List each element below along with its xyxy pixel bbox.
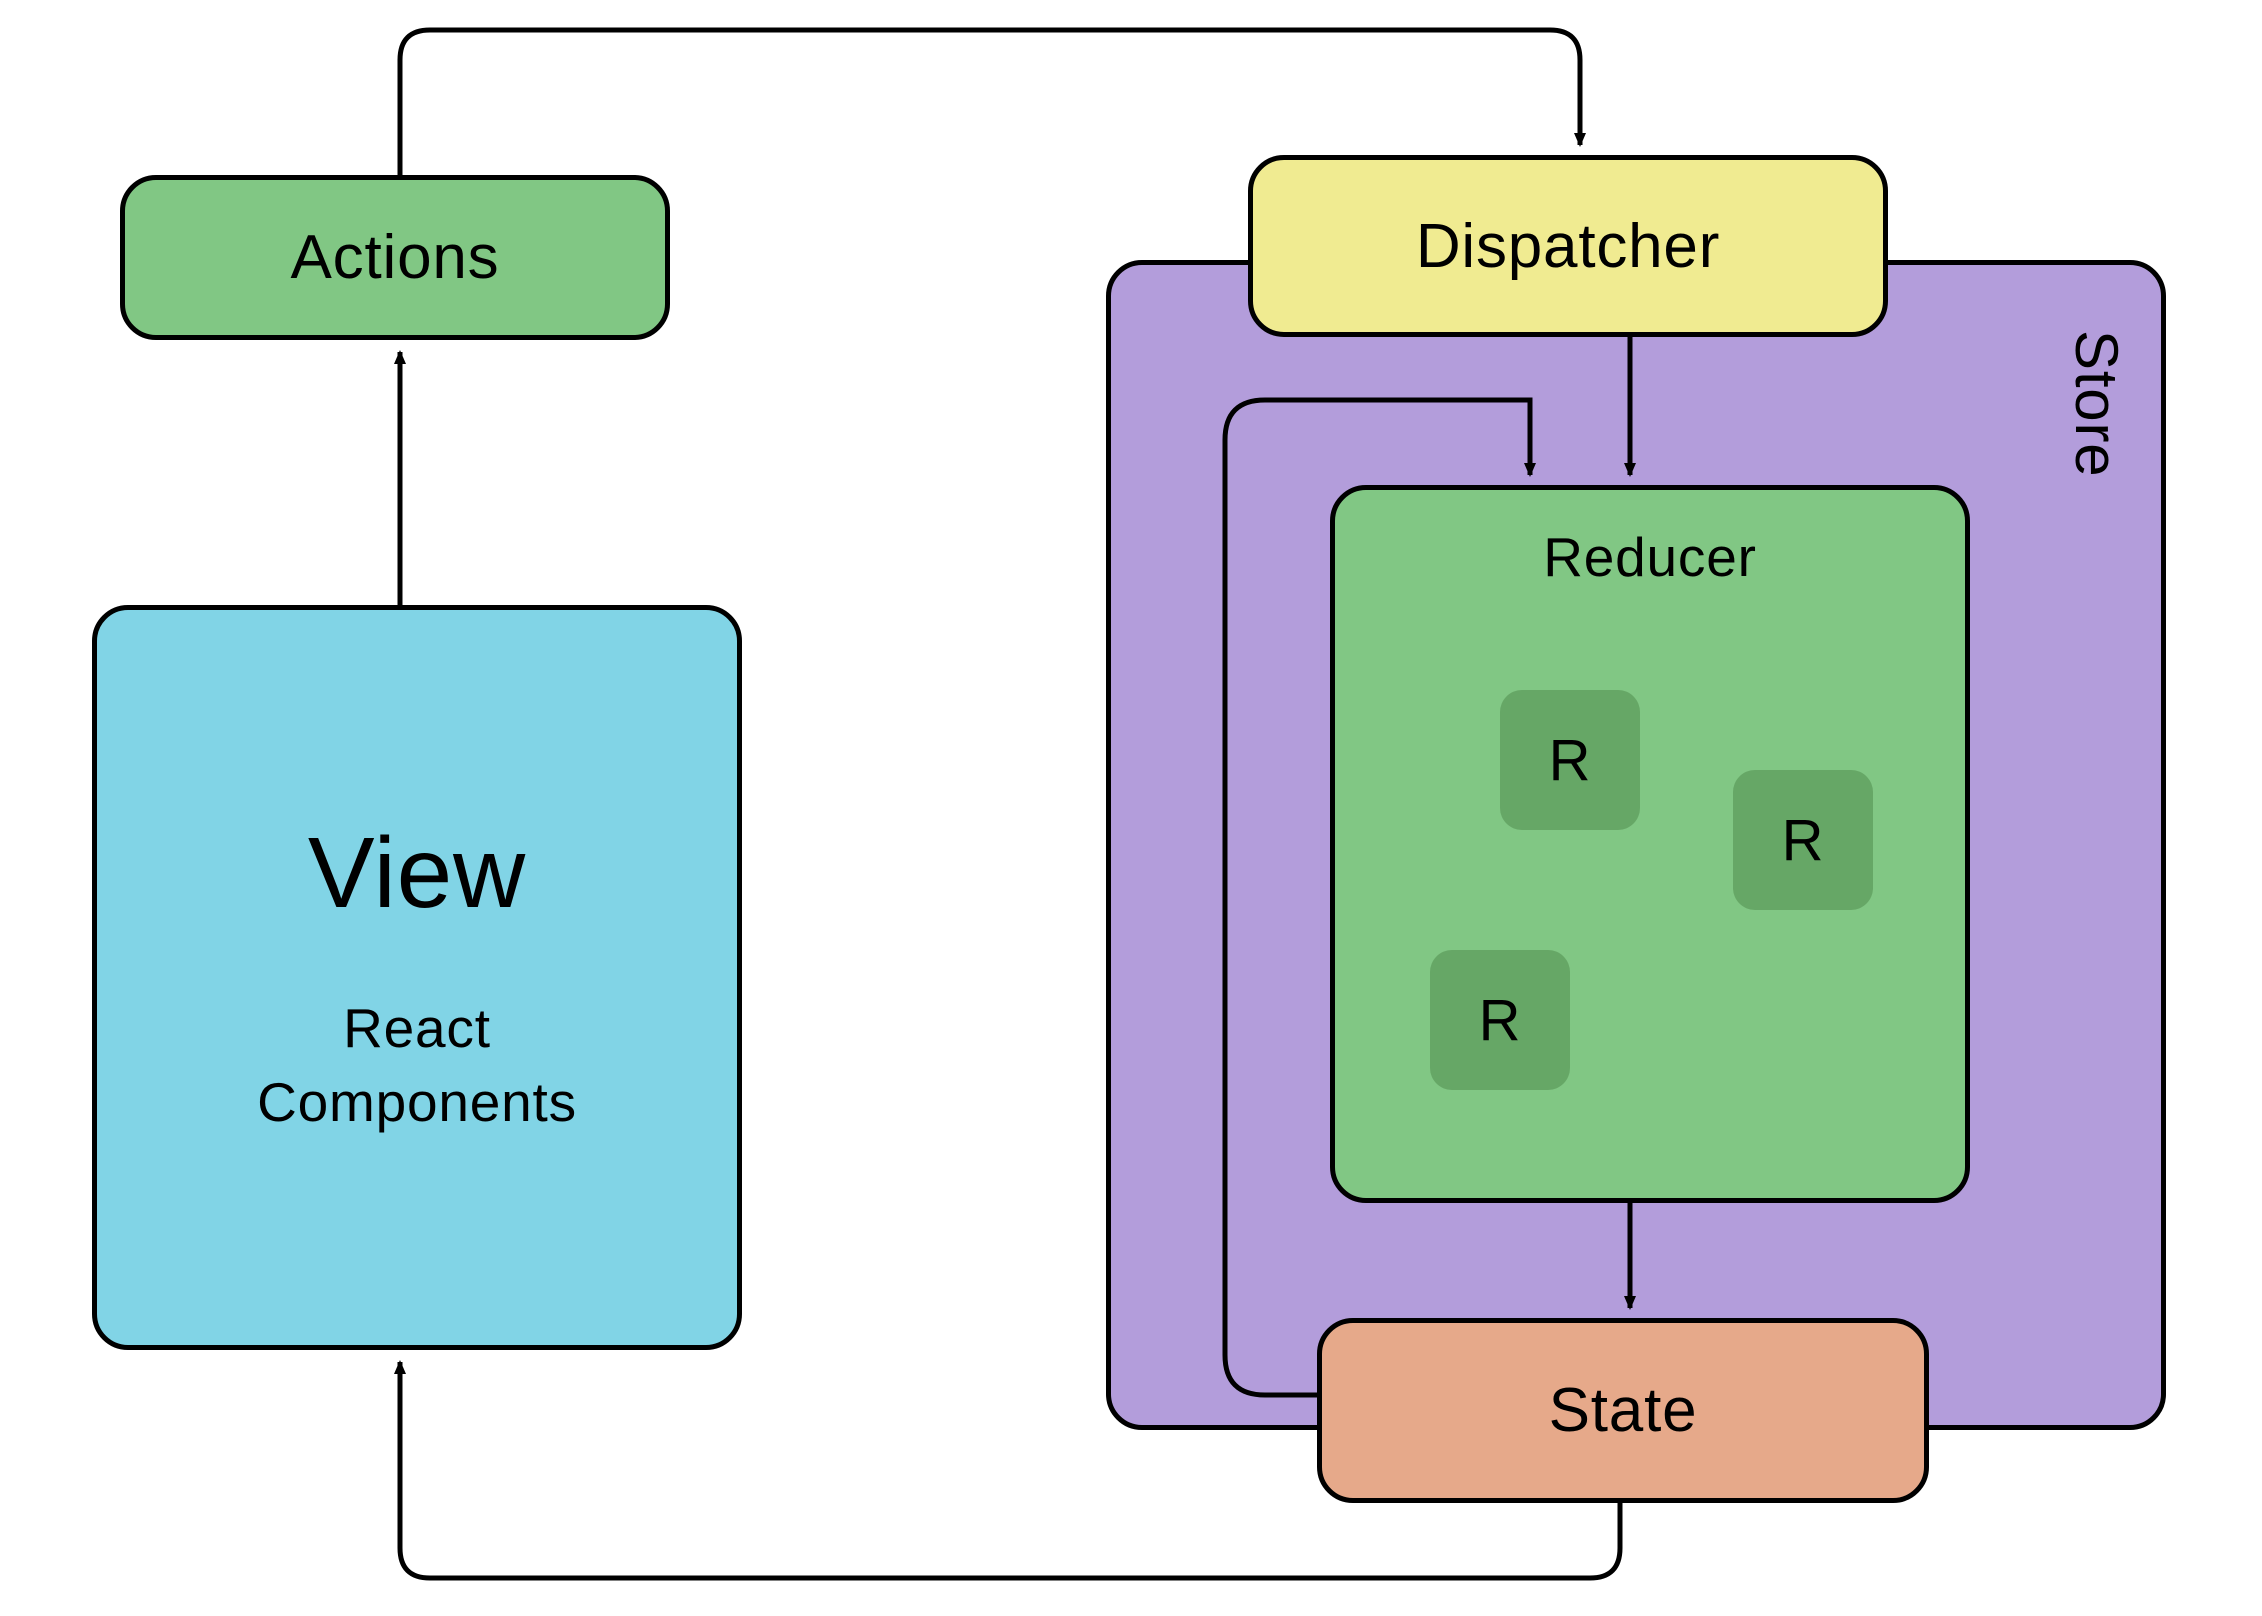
node-state: State [1317, 1318, 1929, 1503]
sub-reducer: R [1430, 950, 1570, 1090]
edge-actions-to-dispatcher [400, 30, 1580, 175]
reducer-label: Reducer [1543, 525, 1757, 589]
dispatcher-label: Dispatcher [1416, 211, 1720, 282]
node-actions: Actions [120, 175, 670, 340]
sub-reducer: R [1733, 770, 1873, 910]
sub-reducer: R [1500, 690, 1640, 830]
state-label: State [1549, 1375, 1698, 1446]
node-reducer: Reducer R R R [1330, 485, 1970, 1203]
view-title: View [308, 816, 526, 931]
sub-reducer-label: R [1479, 987, 1522, 1054]
view-subtitle: React Components [257, 991, 577, 1140]
node-view: View React Components [92, 605, 742, 1350]
store-label: Store [2062, 330, 2131, 477]
flux-redux-architecture-diagram: Actions Dispatcher Store Reducer R R R S… [0, 0, 2262, 1616]
node-dispatcher: Dispatcher [1248, 155, 1888, 337]
sub-reducer-label: R [1782, 807, 1825, 874]
actions-label: Actions [291, 222, 500, 293]
sub-reducer-label: R [1549, 727, 1592, 794]
